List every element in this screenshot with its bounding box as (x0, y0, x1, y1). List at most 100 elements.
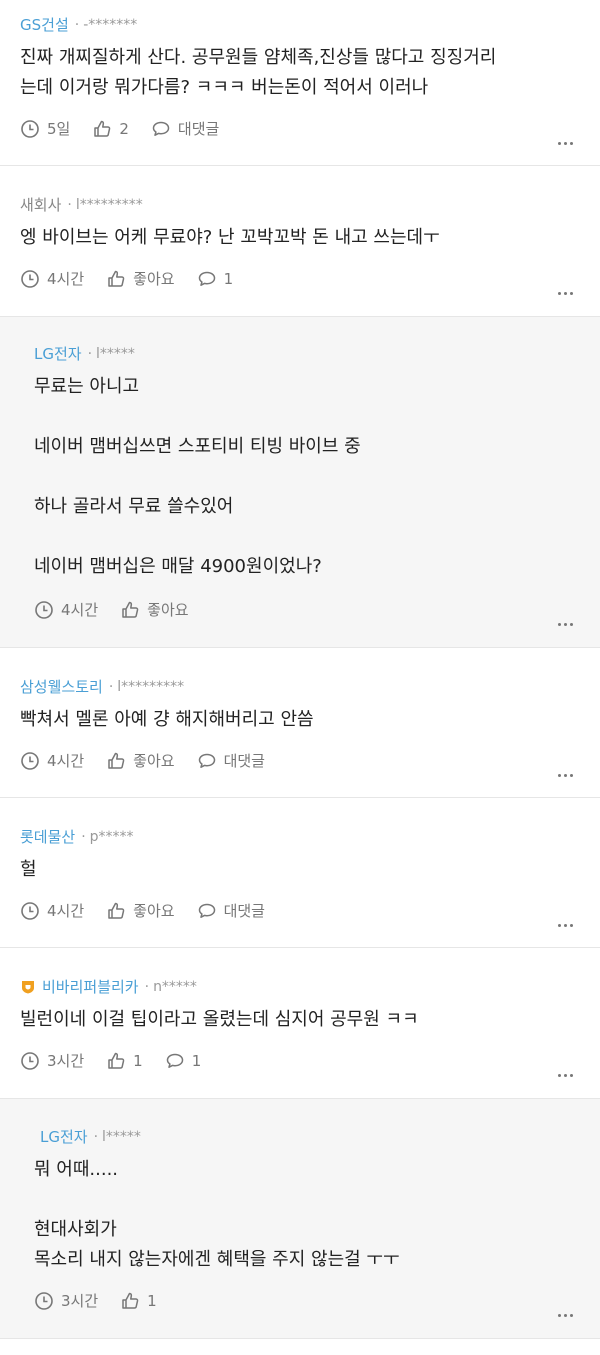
reply-label: 1 (223, 269, 234, 288)
company-name[interactable]: 새회사 (20, 194, 61, 215)
comment-text: 진짜 개찌질하게 산다. 공무원들 얌체족,진상들 많다고 징징거리 는데 이거… (20, 47, 497, 98)
like-label: 좋아요 (133, 902, 175, 920)
masked-username: p***** (81, 829, 134, 845)
reply-button[interactable]: 1 (197, 269, 234, 289)
like-label: 1 (147, 1291, 157, 1310)
time-label: 3시간 (61, 1292, 99, 1310)
thumbs-up-icon (122, 601, 139, 618)
more-options-icon[interactable] (556, 276, 574, 300)
time-stamp: 4시간 (34, 599, 98, 620)
reply-button[interactable]: 1 (165, 1051, 202, 1071)
reply-button[interactable]: 대댓글 (151, 118, 219, 139)
comment-feed: GS건설 -******* 진짜 개찌질하게 산다. 공무원들 얌체족,진상들 … (0, 0, 600, 1339)
like-label: 좋아요 (133, 752, 175, 770)
comment-author: 새회사 l********* (20, 194, 143, 215)
speech-bubble-icon (166, 1053, 183, 1068)
time-stamp: 5일 (20, 118, 70, 139)
like-button[interactable]: 좋아요 (106, 268, 175, 289)
time-label: 4시간 (47, 270, 85, 288)
comment-text: 빌런이네 이걸 팁이라고 올렸는데 심지어 공무원 ㅋㅋ (20, 1009, 419, 1030)
time-stamp: 4시간 (20, 268, 84, 289)
time-label: 5일 (47, 120, 71, 138)
thumbs-up-icon (94, 120, 111, 137)
company-name[interactable]: LG전자 (40, 1126, 88, 1147)
thumbs-up-icon (108, 270, 125, 287)
like-button[interactable]: 좋아요 (106, 900, 175, 921)
like-label: 좋아요 (133, 270, 175, 288)
comment-actions: 3시간 1 1 (20, 1050, 223, 1071)
clock-icon (21, 751, 39, 770)
comment-item: 삼성웰스토리 l********* 빡쳐서 멜론 아예 걍 해지해버리고 안씀 … (0, 648, 600, 798)
reply-label: 대댓글 (223, 902, 265, 920)
masked-username: l***** (88, 346, 135, 362)
like-button[interactable]: 좋아요 (120, 599, 189, 620)
comment-item: 롯데물산 p***** 헐 4시간 좋아요 대댓글 (0, 798, 600, 948)
company-name[interactable]: GS건설 (20, 14, 69, 35)
like-label: 좋아요 (147, 601, 189, 619)
comment-item: 새회사 l********* 엥 바이브는 어케 무료야? 난 꼬박꼬박 돈 내… (0, 166, 600, 317)
reply-comment-item: LG전자 l***** 무료는 아니고 네이버 맴버십쓰면 스포티비 티빙 바이… (0, 317, 600, 648)
like-button[interactable]: 좋아요 (106, 750, 175, 771)
company-name[interactable]: 롯데물산 (20, 826, 75, 847)
more-options-icon[interactable] (556, 126, 574, 150)
speech-bubble-icon (198, 903, 215, 918)
thumbs-up-icon (108, 902, 125, 919)
comment-author: GS건설 -******* (20, 14, 137, 35)
comment-item: 비바리퍼블리카 n***** 빌런이네 이걸 팁이라고 올렸는데 심지어 공무원… (0, 948, 600, 1099)
clock-icon (21, 269, 39, 288)
clock-icon (21, 119, 39, 138)
more-options-icon[interactable] (556, 607, 574, 631)
like-button[interactable]: 1 (106, 1051, 143, 1071)
time-label: 3시간 (47, 1052, 85, 1070)
reply-button[interactable]: 대댓글 (197, 900, 265, 921)
comment-text: 뭐 어때..... 현대사회가 목소리 내지 않는자에겐 혜택을 주지 않는걸 … (34, 1159, 400, 1270)
thumbs-up-icon (108, 1052, 125, 1069)
comment-actions: 3시간 1 (34, 1290, 179, 1311)
comment-author: 롯데물산 p***** (20, 826, 134, 847)
comment-text: 무료는 아니고 네이버 맴버십쓰면 스포티비 티빙 바이브 중 하나 골라서 무… (34, 376, 361, 577)
clock-icon (21, 901, 39, 920)
like-button[interactable]: 2 (92, 119, 129, 139)
comment-actions: 4시간 좋아요 (34, 599, 211, 620)
time-label: 4시간 (61, 601, 99, 619)
company-name[interactable]: LG전자 (34, 343, 82, 364)
comment-item: GS건설 -******* 진짜 개찌질하게 산다. 공무원들 얌체족,진상들 … (0, 0, 600, 166)
masked-username: l********* (109, 679, 184, 695)
more-options-icon[interactable] (556, 1058, 574, 1082)
like-label: 1 (133, 1051, 143, 1070)
gold-badge-icon (22, 980, 34, 993)
reply-label: 1 (191, 1051, 202, 1070)
clock-icon (35, 1291, 53, 1310)
comment-text: 빡쳐서 멜론 아예 걍 해지해버리고 안씀 (20, 709, 314, 730)
thumbs-up-icon (122, 1292, 139, 1309)
company-name[interactable]: 삼성웰스토리 (20, 676, 103, 697)
time-stamp: 4시간 (20, 750, 84, 771)
masked-username: l********* (67, 197, 143, 213)
speech-bubble-icon (198, 753, 215, 768)
clock-icon (35, 600, 53, 619)
more-options-icon[interactable] (556, 908, 574, 932)
reply-label: 대댓글 (177, 120, 220, 138)
reply-label: 대댓글 (223, 752, 265, 770)
reply-button[interactable]: 대댓글 (197, 750, 265, 771)
more-options-icon[interactable] (556, 758, 574, 782)
time-label: 4시간 (47, 752, 85, 770)
time-stamp: 3시간 (34, 1290, 98, 1311)
reply-comment-item: LG전자 l***** 뭐 어때..... 현대사회가 목소리 내지 않는자에겐… (0, 1099, 600, 1339)
comment-author: 비바리퍼블리카 n***** (20, 976, 197, 997)
time-label: 4시간 (47, 902, 85, 920)
comment-author: LG전자 l***** (40, 1126, 141, 1147)
speech-bubble-icon (152, 121, 170, 136)
comment-actions: 5일 2 대댓글 (20, 118, 241, 139)
comment-text: 헐 (20, 859, 37, 880)
company-name[interactable]: 비바리퍼블리카 (42, 976, 139, 997)
comment-author: LG전자 l***** (34, 343, 135, 364)
more-options-icon[interactable] (556, 1298, 574, 1322)
comment-text: 엥 바이브는 어케 무료야? 난 꼬박꼬박 돈 내고 쓰는데ㅜ (20, 227, 440, 248)
like-button[interactable]: 1 (120, 1291, 157, 1311)
time-stamp: 4시간 (20, 900, 84, 921)
like-label: 2 (119, 119, 129, 138)
masked-username: l***** (94, 1129, 141, 1145)
comment-author: 삼성웰스토리 l********* (20, 676, 184, 697)
thumbs-up-icon (108, 752, 125, 769)
